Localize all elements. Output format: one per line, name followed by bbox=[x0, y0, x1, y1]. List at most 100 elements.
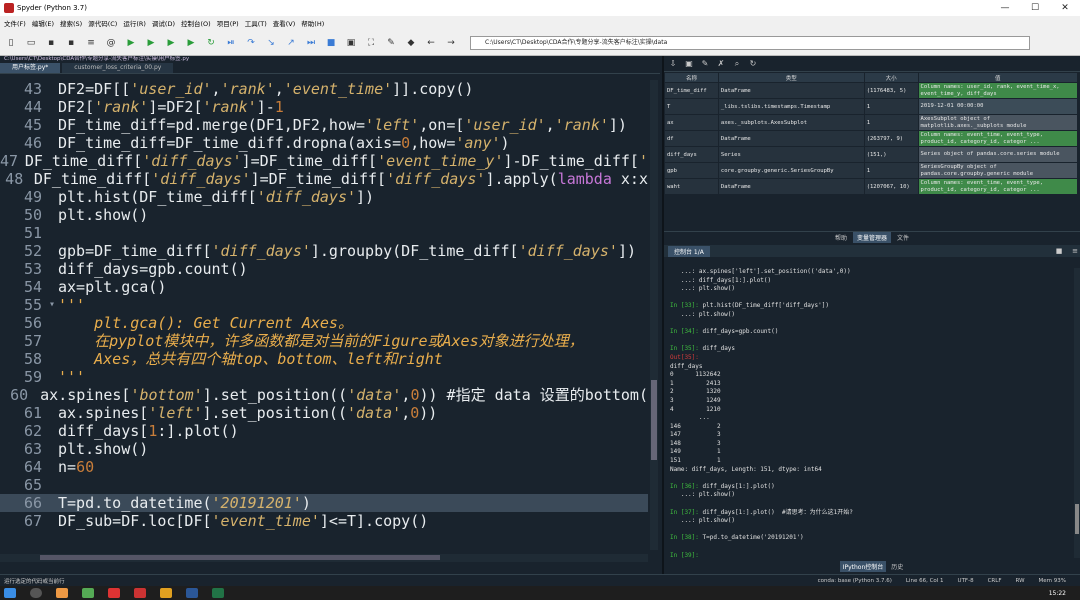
ipython-console-output[interactable]: ...: ax.spines['left'].set_position(('da… bbox=[664, 268, 1072, 558]
import-data-icon[interactable]: ⇩ bbox=[668, 59, 678, 69]
fold-marker-icon[interactable] bbox=[46, 476, 58, 494]
excel-icon[interactable] bbox=[212, 588, 224, 598]
search-icon[interactable]: ⌕ bbox=[732, 59, 742, 69]
scroll-thumb[interactable] bbox=[1075, 504, 1079, 534]
editor-tab[interactable]: 用户标签.py* bbox=[0, 63, 61, 73]
chrome-icon[interactable] bbox=[56, 588, 68, 598]
wrench-icon[interactable]: ✎ bbox=[384, 36, 398, 50]
fold-marker-icon[interactable] bbox=[46, 134, 58, 152]
fold-marker-icon[interactable] bbox=[32, 386, 40, 404]
options-icon[interactable]: ≡ bbox=[1070, 247, 1080, 255]
continue-icon[interactable]: ⏭ bbox=[304, 36, 318, 50]
menu-item[interactable]: 编辑(E) bbox=[32, 18, 54, 28]
pdf-icon[interactable] bbox=[108, 588, 120, 598]
stop-icon[interactable]: ■ bbox=[324, 36, 338, 50]
word-icon[interactable] bbox=[186, 588, 198, 598]
console-scrollbar[interactable] bbox=[1074, 268, 1080, 558]
step-return-icon[interactable]: ↗ bbox=[284, 36, 298, 50]
variable-row[interactable]: T _libs.tslibs.timestamps.Timestamp 1 2019-… bbox=[664, 98, 1079, 115]
fold-marker-icon[interactable] bbox=[46, 80, 58, 98]
fold-marker-icon[interactable] bbox=[46, 440, 58, 458]
console-tab[interactable]: 控制台 1/A bbox=[668, 245, 710, 257]
working-directory-input[interactable]: C:\Users\CT\Desktop\CDA合作\专题分享-流失客户标注\实操… bbox=[470, 35, 1030, 50]
step-into-icon[interactable]: ↘ bbox=[264, 36, 278, 50]
variable-row[interactable]: waht DataFrame (1207067, 10) Column names: … bbox=[664, 178, 1079, 195]
fold-marker-icon[interactable] bbox=[46, 350, 58, 368]
step-icon[interactable]: ↷ bbox=[244, 36, 258, 50]
run-cell-advance-icon[interactable]: ▶ bbox=[164, 36, 178, 50]
save-data-icon[interactable]: ▣ bbox=[684, 59, 694, 69]
fold-marker-icon[interactable] bbox=[46, 206, 58, 224]
fold-marker-icon[interactable] bbox=[46, 332, 58, 350]
editor-tab[interactable]: customer_loss_criteria_00.py bbox=[62, 63, 174, 73]
save-icon[interactable]: ▪ bbox=[44, 36, 58, 50]
code-editor[interactable]: 43 DF2=DF[['user_id','rank','event_time']… bbox=[0, 80, 648, 550]
menu-item[interactable]: 控制台(O) bbox=[181, 18, 211, 28]
back-icon[interactable]: ← bbox=[424, 36, 438, 50]
fold-marker-icon[interactable] bbox=[46, 116, 58, 134]
fold-marker-icon[interactable]: ▾ bbox=[46, 296, 58, 314]
spyder-taskbar-icon[interactable] bbox=[134, 588, 146, 598]
fold-marker-icon[interactable] bbox=[46, 224, 58, 242]
column-header[interactable]: 值 bbox=[917, 72, 1079, 83]
fold-marker-icon[interactable] bbox=[46, 188, 58, 206]
fold-marker-icon[interactable] bbox=[46, 404, 58, 422]
rerun-icon[interactable]: ↻ bbox=[204, 36, 218, 50]
fold-marker-icon[interactable] bbox=[46, 458, 58, 476]
close-button[interactable]: ✕ bbox=[1050, 3, 1080, 13]
column-header[interactable]: 类型 bbox=[717, 72, 865, 83]
python-path-icon[interactable]: ◆ bbox=[404, 36, 418, 50]
variable-row[interactable]: df DataFrame (263797, 9) Column names: even… bbox=[664, 130, 1079, 147]
fold-marker-icon[interactable] bbox=[46, 278, 58, 296]
fold-marker-icon[interactable] bbox=[46, 242, 58, 260]
stop-icon[interactable]: ■ bbox=[1054, 247, 1064, 255]
at-icon[interactable]: @ bbox=[104, 36, 118, 50]
menu-item[interactable]: 帮助(H) bbox=[301, 18, 324, 28]
variable-row[interactable]: DF_time_diff DataFrame (1176483, 5) Column … bbox=[664, 82, 1079, 99]
scroll-thumb[interactable] bbox=[40, 555, 440, 560]
fold-marker-icon[interactable] bbox=[27, 170, 34, 188]
maximize-button[interactable]: ☐ bbox=[1020, 3, 1050, 13]
fold-marker-icon[interactable] bbox=[46, 368, 58, 386]
fold-marker-icon[interactable] bbox=[46, 314, 58, 332]
maximize-pane-icon[interactable]: ▣ bbox=[344, 36, 358, 50]
run-selection-icon[interactable]: ▶ bbox=[184, 36, 198, 50]
run-cell-icon[interactable]: ▶ bbox=[144, 36, 158, 50]
wechat-icon[interactable] bbox=[82, 588, 94, 598]
pane-tab[interactable]: 帮助 bbox=[831, 232, 851, 243]
save-all-icon[interactable]: ▪ bbox=[64, 36, 78, 50]
menu-item[interactable]: 搜索(S) bbox=[60, 18, 82, 28]
erase-icon[interactable]: ✗ bbox=[716, 59, 726, 69]
menu-item[interactable]: 文件(F) bbox=[4, 18, 26, 28]
menu-item[interactable]: 查看(V) bbox=[273, 18, 296, 28]
fold-marker-icon[interactable] bbox=[46, 98, 58, 116]
pane-tab[interactable]: 变量管理器 bbox=[852, 232, 891, 243]
windows-start-icon[interactable] bbox=[4, 588, 16, 598]
fold-marker-icon[interactable] bbox=[46, 260, 58, 278]
fold-marker-icon[interactable] bbox=[46, 494, 58, 512]
menu-item[interactable]: 项目(P) bbox=[217, 18, 239, 28]
pane-tab[interactable]: 文件 bbox=[893, 232, 913, 243]
console-pane-tab[interactable]: 历史 bbox=[888, 561, 906, 572]
menu-item[interactable]: 工具(T) bbox=[245, 18, 267, 28]
column-header[interactable]: 名称 bbox=[664, 72, 719, 83]
refresh-icon[interactable]: ↻ bbox=[748, 59, 758, 69]
folder-icon[interactable] bbox=[160, 588, 172, 598]
menu-item[interactable]: 运行(R) bbox=[123, 18, 146, 28]
column-header[interactable]: 大小 bbox=[863, 72, 919, 83]
scroll-thumb[interactable] bbox=[651, 380, 657, 460]
list-icon[interactable]: ≡ bbox=[84, 36, 98, 50]
forward-icon[interactable]: → bbox=[444, 36, 458, 50]
fold-marker-icon[interactable] bbox=[46, 422, 58, 440]
fold-marker-icon[interactable] bbox=[46, 512, 58, 530]
variable-row[interactable]: ax axes._subplots.AxesSubplot 1 AxesSubplot… bbox=[664, 114, 1079, 131]
run-icon[interactable]: ▶ bbox=[124, 36, 138, 50]
open-folder-icon[interactable]: ▭ bbox=[24, 36, 38, 50]
new-file-icon[interactable]: ▯ bbox=[4, 36, 18, 50]
editor-vertical-scrollbar[interactable] bbox=[650, 80, 658, 550]
menu-item[interactable]: 调试(D) bbox=[152, 18, 175, 28]
variable-row[interactable]: diff_days Series (151,) Series object of pa… bbox=[664, 146, 1079, 163]
search-icon[interactable] bbox=[30, 588, 42, 598]
menu-item[interactable]: 源代码(C) bbox=[88, 18, 117, 28]
editor-horizontal-scrollbar[interactable] bbox=[0, 554, 648, 562]
